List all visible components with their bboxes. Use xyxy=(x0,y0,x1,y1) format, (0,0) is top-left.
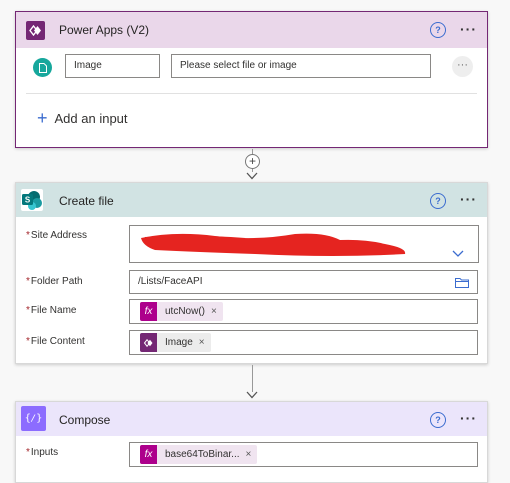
more-options-button[interactable]: ··· xyxy=(460,191,477,207)
flow-connector xyxy=(252,365,253,392)
powerapps-icon xyxy=(26,21,45,40)
folder-path-field[interactable]: /Lists/FaceAPI xyxy=(129,270,478,294)
powerapps-trigger-card: Power Apps (V2) ? ··· Image Please selec… xyxy=(15,11,488,148)
add-input-button[interactable]: + Add an input xyxy=(37,109,128,127)
site-address-dropdown[interactable] xyxy=(129,225,479,263)
sharepoint-icon: S xyxy=(21,189,43,211)
arrow-down-icon xyxy=(246,172,258,180)
input-options-button[interactable]: ··· xyxy=(452,56,473,77)
required-mark: * xyxy=(26,276,30,287)
site-address-label: *Site Address xyxy=(26,230,87,241)
file-icon xyxy=(38,62,47,73)
file-name-label: *File Name xyxy=(26,305,76,316)
svg-text:S: S xyxy=(25,196,31,205)
function-icon: fx xyxy=(140,302,157,321)
required-mark: * xyxy=(26,336,30,347)
card-title: Power Apps (V2) xyxy=(59,23,150,37)
help-icon[interactable]: ? xyxy=(430,412,446,428)
input-name-field[interactable]: Image xyxy=(65,54,160,78)
ellipsis-icon: ··· xyxy=(457,59,468,71)
file-input-type-icon xyxy=(33,58,52,77)
required-mark: * xyxy=(26,447,30,458)
label-text: File Name xyxy=(30,305,77,316)
token-label: base64ToBinar... xyxy=(165,448,240,460)
compose-card-header[interactable]: {/} Compose ? ··· xyxy=(16,402,487,436)
token-label: utcNow() xyxy=(165,305,206,317)
more-options-button[interactable]: ··· xyxy=(460,410,477,426)
label-text: Folder Path xyxy=(30,276,83,287)
create-file-action-card: S Create file ? ··· *Site Address *Folde… xyxy=(15,182,488,364)
compose-icon: {/} xyxy=(21,406,46,431)
create-file-card-header[interactable]: S Create file ? ··· xyxy=(16,183,487,217)
token-label: Image xyxy=(165,336,193,348)
expression-token[interactable]: fx utcNow() × xyxy=(140,302,223,321)
folder-path-value: /Lists/FaceAPI xyxy=(138,276,203,287)
required-mark: * xyxy=(26,230,30,241)
add-input-label: Add an input xyxy=(54,110,128,126)
remove-token-icon[interactable]: × xyxy=(246,444,258,466)
card-title: Create file xyxy=(59,194,114,208)
file-name-field[interactable]: fx utcNow() × xyxy=(129,299,478,324)
help-icon[interactable]: ? xyxy=(430,193,446,209)
folder-path-label: *Folder Path xyxy=(26,276,83,287)
chevron-down-icon[interactable] xyxy=(452,250,464,258)
more-options-button[interactable]: ··· xyxy=(460,21,477,37)
arrow-down-icon xyxy=(246,391,258,399)
divider xyxy=(26,93,477,94)
label-text: Inputs xyxy=(30,447,59,458)
required-mark: * xyxy=(26,305,30,316)
remove-token-icon[interactable]: × xyxy=(199,332,211,354)
plus-icon: + xyxy=(37,108,48,128)
folder-icon[interactable] xyxy=(455,277,469,288)
plus-icon: + xyxy=(248,154,256,168)
inputs-label: *Inputs xyxy=(26,447,58,458)
expression-token[interactable]: fx base64ToBinar... × xyxy=(140,444,258,466)
inputs-field[interactable]: fx base64ToBinar... × xyxy=(129,442,478,467)
file-content-field[interactable]: Image × xyxy=(129,330,478,355)
input-description-field[interactable]: Please select file or image xyxy=(171,54,431,78)
file-content-label: *File Content xyxy=(26,336,85,347)
label-text: File Content xyxy=(30,336,85,347)
dynamic-content-token[interactable]: Image × xyxy=(140,333,211,352)
function-icon: fx xyxy=(140,445,157,464)
card-title: Compose xyxy=(59,413,111,427)
compose-action-card: {/} Compose ? ··· *Inputs fx base64ToBin… xyxy=(15,401,488,483)
label-text: Site Address xyxy=(30,230,88,241)
remove-token-icon[interactable]: × xyxy=(211,301,223,323)
help-icon[interactable]: ? xyxy=(430,22,446,38)
insert-step-button[interactable]: + xyxy=(245,154,260,169)
powerapps-icon xyxy=(140,333,157,352)
powerapps-card-header[interactable]: Power Apps (V2) ? ··· xyxy=(16,12,487,48)
redaction-scribble xyxy=(141,233,406,256)
